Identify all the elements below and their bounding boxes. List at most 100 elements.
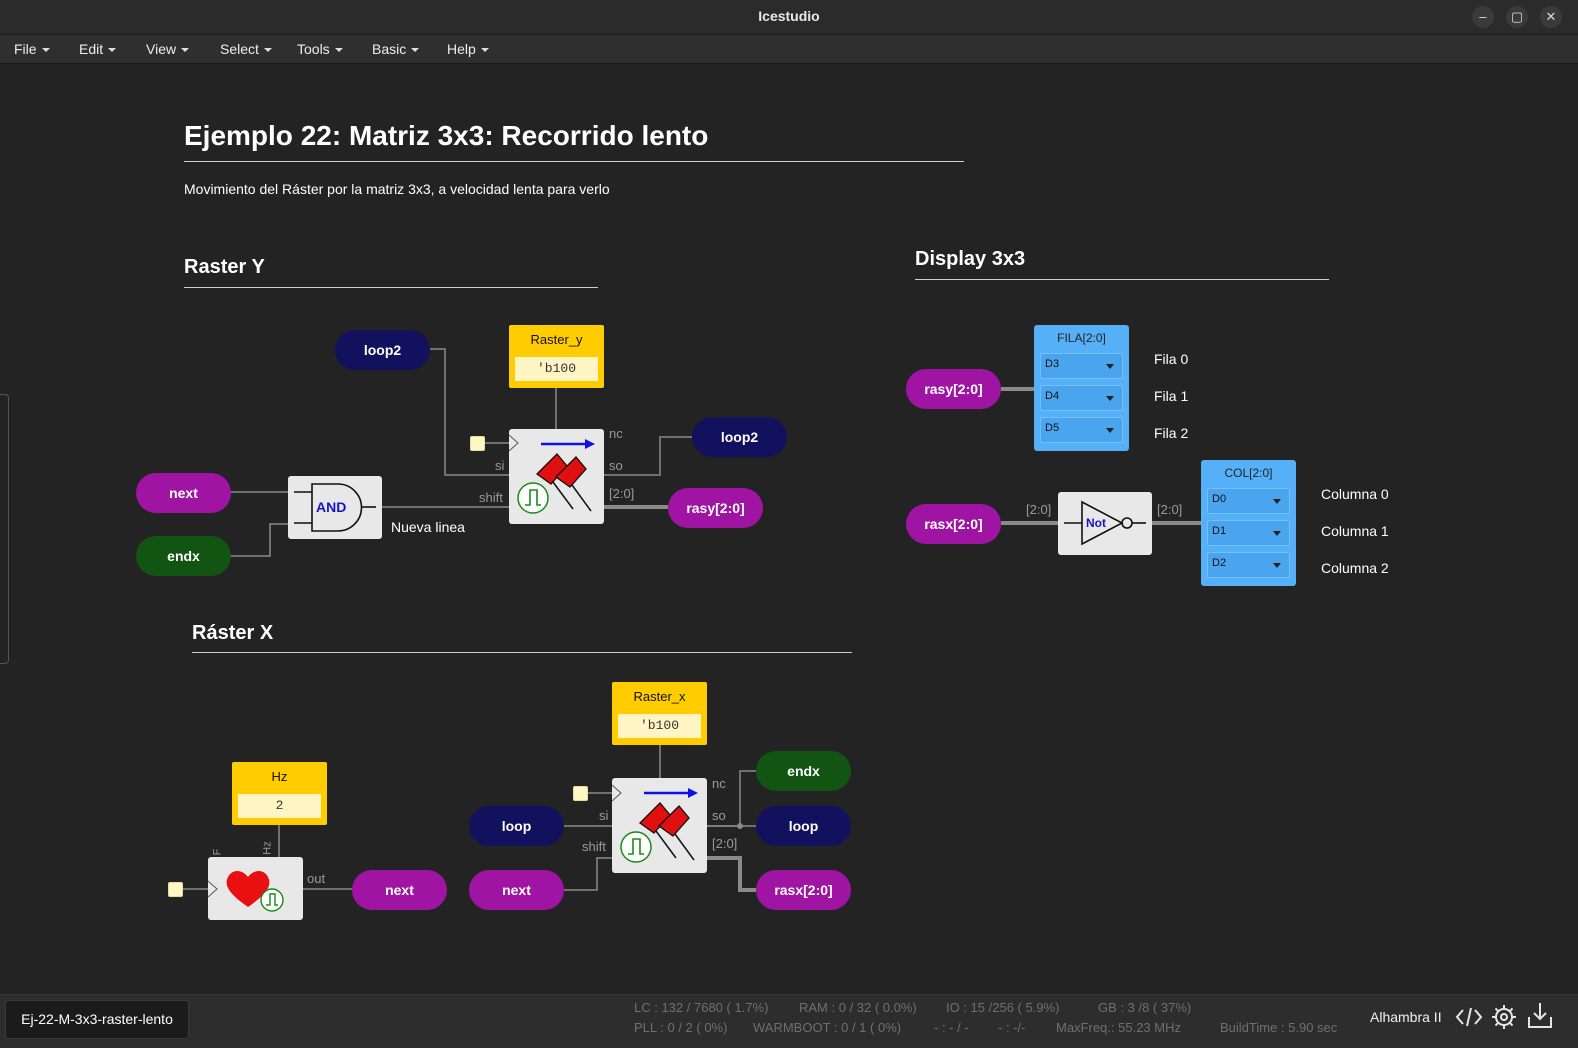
menu-edit[interactable]: Edit [79, 41, 117, 57]
output-label-next[interactable]: next [352, 870, 447, 910]
shift-register-block-x[interactable] [611, 778, 707, 873]
port-label-nc: nc [609, 426, 623, 441]
constant-value[interactable]: 'b100 [515, 357, 598, 381]
menu-select[interactable]: Select [220, 41, 272, 57]
pin-label-columna-0: Columna 0 [1321, 486, 1389, 502]
file-tab[interactable]: Ej-22-M-3x3-raster-lento [5, 1000, 189, 1039]
wire [230, 523, 288, 557]
port-label-nc: nc [712, 776, 726, 791]
output-label-loop[interactable]: loop [756, 806, 851, 846]
pin-select-d0[interactable]: D0 [1207, 488, 1290, 514]
output-label-loop2[interactable]: loop2 [692, 417, 787, 457]
pin-select-d5[interactable]: D5 [1040, 417, 1123, 443]
input-label-rasx[interactable]: rasx[2:0] [906, 504, 1001, 544]
wire [564, 857, 612, 891]
status-bar: Ej-22-M-3x3-raster-lento LC : 132 / 7680… [0, 994, 1578, 1048]
chevron-down-icon [181, 48, 190, 53]
close-button[interactable]: ✕ [1540, 6, 1562, 28]
menu-view-label: View [146, 41, 177, 57]
wire [430, 348, 509, 476]
pin-label-columna-1: Columna 1 [1321, 523, 1389, 539]
menu-file[interactable]: File [14, 41, 50, 57]
bus-wire [707, 856, 756, 892]
menu-tools[interactable]: Tools [297, 41, 343, 57]
constant-raster-x[interactable]: Raster_x 'b100 [612, 682, 707, 745]
port-label-hz: Hz [261, 841, 274, 855]
code-icon[interactable] [1455, 1005, 1483, 1029]
minimize-button[interactable]: – [1472, 6, 1494, 28]
gear-icon[interactable] [1490, 1003, 1518, 1031]
input-label-loop[interactable]: loop [469, 806, 564, 846]
menu-file-label: File [14, 41, 37, 57]
constant-raster-y[interactable]: Raster_y 'b100 [509, 325, 604, 388]
chevron-down-icon [1106, 364, 1114, 369]
board-selector[interactable]: Alhambra II [1370, 1009, 1442, 1025]
port-label-shift: shift [479, 490, 503, 505]
pushpins-icon [611, 784, 698, 863]
input-label-next[interactable]: next [136, 473, 231, 513]
menu-basic[interactable]: Basic [372, 41, 420, 57]
menu-tools-label: Tools [297, 41, 330, 57]
and-gate-block[interactable]: AND [288, 476, 382, 539]
input-label-rasy[interactable]: rasy[2:0] [906, 369, 1001, 409]
pin-value: D0 [1212, 493, 1227, 505]
port-label-shift: shift [582, 839, 606, 854]
pin-select-d3[interactable]: D3 [1040, 353, 1123, 379]
pin-label-fila-2: Fila 2 [1154, 425, 1189, 441]
constant-value[interactable]: 2 [238, 794, 321, 818]
output-label-rasy[interactable]: rasy[2:0] [668, 488, 763, 528]
not-gate-label: Not [1086, 516, 1106, 530]
shift-register-block-y[interactable] [508, 429, 604, 524]
output-pins-col[interactable]: COL[2:0] D0 D1 D2 [1201, 460, 1296, 586]
pin-select-d4[interactable]: D4 [1040, 385, 1123, 411]
section-rule [192, 652, 852, 653]
input-label-endx[interactable]: endx [136, 536, 231, 576]
constant-hz[interactable]: Hz 2 [232, 762, 327, 825]
wire-junction [737, 823, 743, 829]
chevron-down-icon [108, 48, 117, 53]
stat-lc: LC : 132 / 7680 ( 1.7%) [634, 1000, 769, 1015]
output-pins-fila[interactable]: FILA[2:0] D3 D4 D5 [1034, 325, 1129, 451]
pin-value: D3 [1045, 358, 1060, 370]
port-label-bus: [2:0] [712, 836, 738, 851]
chevron-down-icon [1106, 428, 1114, 433]
constant-name: Raster_x [633, 689, 686, 704]
page-title: Ejemplo 22: Matriz 3x3: Recorrido lento [184, 120, 709, 151]
chevron-down-icon [1273, 531, 1281, 536]
constant-name: Raster_y [530, 332, 583, 347]
download-icon[interactable] [1526, 1001, 1554, 1031]
chevron-down-icon [1106, 396, 1114, 401]
constant-value[interactable]: 'b100 [618, 714, 701, 738]
pins-title: FILA[2:0] [1057, 331, 1106, 345]
menu-help[interactable]: Help [447, 41, 489, 57]
not-gate-block[interactable]: Not [1058, 492, 1152, 555]
section-rule [915, 279, 1329, 280]
pin-select-d1[interactable]: D1 [1207, 520, 1290, 546]
title-rule [184, 161, 964, 162]
clock-checkbox[interactable] [573, 786, 588, 801]
stat-misc1: - : - / - [934, 1020, 969, 1035]
menu-basic-label: Basic [372, 41, 407, 57]
input-label-next-x[interactable]: next [469, 870, 564, 910]
input-label-loop2[interactable]: loop2 [335, 330, 430, 370]
pin-select-d2[interactable]: D2 [1207, 552, 1290, 578]
heartbeat-block[interactable] [207, 857, 303, 920]
menu-help-label: Help [447, 41, 476, 57]
maximize-button[interactable]: ▢ [1506, 6, 1528, 28]
clock-checkbox[interactable] [168, 882, 183, 897]
chevron-down-icon [263, 48, 272, 53]
circuit-canvas[interactable]: Ejemplo 22: Matriz 3x3: Recorrido lento … [0, 64, 1578, 994]
port-label-f: F [211, 848, 224, 856]
menu-view[interactable]: View [146, 41, 190, 57]
chevron-down-icon [1273, 499, 1281, 504]
section-rule [184, 287, 598, 288]
pin-label-columna-2: Columna 2 [1321, 560, 1389, 576]
heart-icon [207, 871, 284, 912]
clock-checkbox[interactable] [470, 436, 485, 451]
pin-value: D1 [1212, 525, 1227, 537]
output-label-endx[interactable]: endx [756, 751, 851, 791]
chevron-down-icon [1273, 563, 1281, 568]
output-label-rasx[interactable]: rasx[2:0] [756, 870, 851, 910]
section-title-raster-x: Ráster X [192, 622, 274, 644]
port-label-si: si [599, 808, 609, 823]
